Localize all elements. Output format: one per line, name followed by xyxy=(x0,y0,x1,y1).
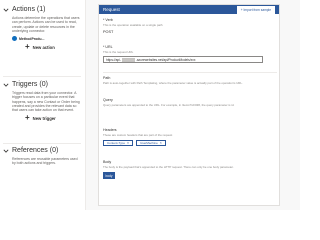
action-item-label: MethodProdu... xyxy=(19,36,45,41)
request-title: Request xyxy=(103,7,120,12)
references-title: References (0) xyxy=(12,147,59,154)
path-field: Path Path is auto-together with Path Tem… xyxy=(103,76,243,85)
headers-field: Headers These are custom headers that ar… xyxy=(103,128,172,146)
path-description: Path is auto-together with Path Templati… xyxy=(103,81,243,85)
header-chip-label: Content-Type xyxy=(107,141,126,145)
dismiss-icon: × xyxy=(159,141,162,145)
url-input[interactable]: https://api- .azurewebsites.net/api/Prod… xyxy=(103,56,263,63)
query-field: Query Query parameters are appended to t… xyxy=(103,98,234,107)
header-chips: Content-Type × UserMachine × xyxy=(103,140,172,146)
query-label: Query xyxy=(103,98,113,102)
body-label: Body xyxy=(103,160,112,164)
request-panel: Request + Import from sample * Verb This… xyxy=(86,0,300,210)
new-trigger-label: New trigger xyxy=(32,115,56,121)
import-from-sample-button[interactable]: + Import from sample xyxy=(236,5,275,14)
request-header: Request + Import from sample xyxy=(99,5,279,14)
url-field: * URL This is the request URL https://ap… xyxy=(103,45,263,63)
url-description: This is the request URL xyxy=(103,50,134,54)
header-chip-content-type[interactable]: Content-Type × xyxy=(103,140,134,146)
plus-icon: + xyxy=(25,113,30,123)
plus-icon: + xyxy=(25,42,30,52)
actions-title: Actions (1) xyxy=(12,6,46,13)
triggers-header[interactable]: Triggers (0) xyxy=(3,81,82,88)
references-section: References (0) References are reusable p… xyxy=(3,147,82,166)
new-action-button[interactable]: + New action xyxy=(25,42,82,52)
actions-header[interactable]: Actions (1) xyxy=(3,6,82,13)
body-param-button[interactable]: body xyxy=(103,172,115,179)
chevron-down-icon xyxy=(3,83,9,87)
left-panel: Actions (1) Actions determine the operat… xyxy=(0,0,86,210)
action-item[interactable]: MethodProdu... xyxy=(12,36,82,42)
body-field: Body The body is the payload that's appe… xyxy=(103,160,234,179)
chevron-down-icon xyxy=(3,149,9,153)
query-description: Query parameters are appended to the URL… xyxy=(103,103,235,107)
chevron-down-icon xyxy=(3,8,9,12)
triggers-description: Triggers read data from your connector. … xyxy=(12,91,80,113)
headers-description: These are custom headers that are part o… xyxy=(103,133,173,137)
section-divider xyxy=(3,143,81,144)
section-divider xyxy=(3,76,81,77)
dismiss-icon: × xyxy=(127,141,130,145)
new-action-label: New action xyxy=(32,44,55,50)
new-trigger-button[interactable]: + New trigger xyxy=(25,113,82,123)
url-label: * URL xyxy=(103,45,113,49)
header-chip-label: UserMachine xyxy=(140,141,158,145)
actions-section: Actions (1) Actions determine the operat… xyxy=(3,6,82,52)
field-separator xyxy=(103,72,277,73)
references-description: References are reusable parameters used … xyxy=(12,157,78,166)
actions-description: Actions determine the operations that us… xyxy=(12,16,80,33)
verb-label: * Verb xyxy=(103,18,113,22)
references-header[interactable]: References (0) xyxy=(3,147,82,154)
verb-description: This is the operation available on a sin… xyxy=(103,23,163,27)
header-chip-usermachine[interactable]: UserMachine × xyxy=(136,140,166,146)
headers-label: Headers xyxy=(103,128,117,132)
body-description: The body is the payload that's appended … xyxy=(103,165,234,169)
action-item-icon xyxy=(12,36,17,42)
verb-field: * Verb This is the operation available o… xyxy=(103,18,162,34)
triggers-section: Triggers (0) Triggers read data from you… xyxy=(3,81,82,123)
url-suffix: .azurewebsites.net/api/ProductModels/xxx xyxy=(135,57,196,62)
url-prefix: https://api- xyxy=(106,57,121,62)
triggers-title: Triggers (0) xyxy=(12,81,48,88)
url-redaction xyxy=(121,57,135,62)
verb-value[interactable]: POST xyxy=(103,30,162,34)
path-label: Path xyxy=(103,76,111,80)
request-card: Request + Import from sample * Verb This… xyxy=(98,4,280,206)
